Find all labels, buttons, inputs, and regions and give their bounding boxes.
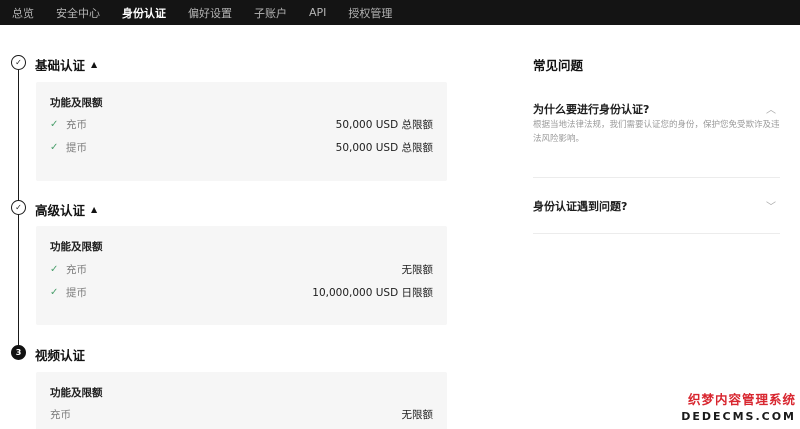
step-2-title: 高级认证 <box>35 203 86 218</box>
faq-item-verify-problems: 身份认证遇到问题? ﹀ <box>533 178 780 234</box>
step-2-title-row: 高级认证 ▲ <box>35 200 97 219</box>
limit-label: 提币 <box>66 286 87 299</box>
faq-title: 常见问题 <box>533 58 584 73</box>
caret-up-icon[interactable]: ▲ <box>91 60 97 69</box>
step-3-card: 功能及限额 充币 无限额 <box>36 372 447 429</box>
faq-answer: 根据当地法律法规，我们需要认证您的身份，保护您免受欺诈及违法风险影响。 <box>533 120 780 144</box>
limit-label: 充币 <box>50 408 71 421</box>
check-icon: ✓ <box>50 118 59 130</box>
card-title: 功能及限额 <box>50 387 103 399</box>
limit-value: 无限额 <box>401 263 434 276</box>
check-icon: ✓ <box>50 141 59 153</box>
step-1-title-row: 基础认证 ▲ <box>35 55 97 74</box>
step-1-title: 基础认证 <box>35 58 86 73</box>
faq-question[interactable]: 为什么要进行身份认证? <box>533 101 649 117</box>
top-nav: 总览 安全中心 身份认证 偏好设置 子账户 API 授权管理 <box>0 0 800 25</box>
nav-item-sub-accounts[interactable]: 子账户 <box>254 5 287 21</box>
faq-question[interactable]: 身份认证遇到问题? <box>533 198 627 214</box>
limit-value: 50,000 USD 总限额 <box>335 118 433 131</box>
limit-row-deposit: ✓ 充币 无限额 <box>50 261 433 277</box>
card-title: 功能及限额 <box>50 97 103 109</box>
chevron-up-icon[interactable]: ︿ <box>766 101 776 116</box>
watermark-line-2: DEDECMS.COM <box>681 410 796 423</box>
watermark-line-1: 织梦内容管理系统 <box>687 392 796 407</box>
nav-item-overview[interactable]: 总览 <box>12 5 34 21</box>
limit-label: 充币 <box>66 263 87 276</box>
chevron-down-icon[interactable]: ﹀ <box>766 198 776 213</box>
step-3-number-icon: 3 <box>11 345 26 360</box>
nav-item-api[interactable]: API <box>309 6 326 19</box>
step-3-title: 视频认证 <box>35 348 86 363</box>
card-title: 功能及限额 <box>50 241 103 253</box>
limit-row-withdraw: ✓ 提币 50,000 USD 总限额 <box>50 139 433 155</box>
nav-item-preferences[interactable]: 偏好设置 <box>188 5 232 21</box>
caret-up-icon[interactable]: ▲ <box>91 205 97 214</box>
step-1-card: 功能及限额 ✓ 充币 50,000 USD 总限额 ✓ 提币 50,000 US… <box>36 82 447 181</box>
step-2-card: 功能及限额 ✓ 充币 无限额 ✓ 提币 10,000,000 USD 日限额 <box>36 226 447 325</box>
check-icon: ✓ <box>50 263 59 275</box>
nav-item-authorization[interactable]: 授权管理 <box>348 5 392 21</box>
limit-row-deposit: ✓ 充币 50,000 USD 总限额 <box>50 116 433 132</box>
limit-label: 提币 <box>66 141 87 154</box>
faq-item-why-verify: 为什么要进行身份认证? ︿ 根据当地法律法规，我们需要认证您的身份，保护您免受欺… <box>533 86 780 178</box>
limit-value: 10,000,000 USD 日限额 <box>312 286 433 299</box>
limit-value: 无限额 <box>401 408 434 421</box>
limit-label: 充币 <box>66 118 87 131</box>
step-2-check-icon: ✓ <box>11 200 26 215</box>
nav-item-identity-verification[interactable]: 身份认证 <box>122 5 166 21</box>
limit-value: 50,000 USD 总限额 <box>335 141 433 154</box>
limit-row-deposit: 充币 无限额 <box>50 406 433 422</box>
step-1-check-icon: ✓ <box>11 55 26 70</box>
step-3-title-row: 视频认证 <box>35 345 85 364</box>
nav-item-security-center[interactable]: 安全中心 <box>56 5 100 21</box>
limit-row-withdraw: ✓ 提币 10,000,000 USD 日限额 <box>50 284 433 300</box>
watermark: 织梦内容管理系统 DEDECMS.COM <box>681 389 796 423</box>
check-icon: ✓ <box>50 286 59 298</box>
